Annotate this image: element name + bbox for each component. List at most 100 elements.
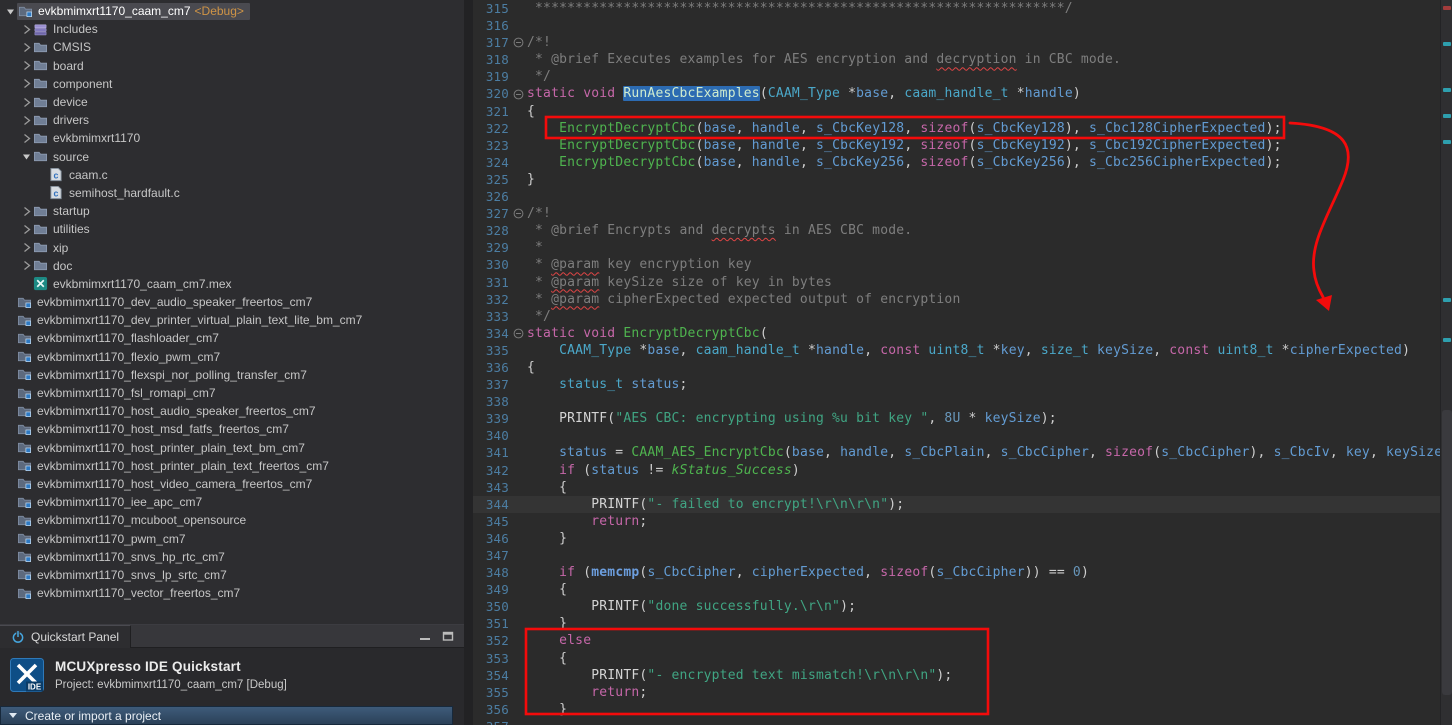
code-line-315[interactable]: 315 ************************************… [473, 0, 1440, 17]
tree-item-evkbmimxrt1170_snvs_lp_srtc_cm7[interactable]: evkbmimxrt1170_snvs_lp_srtc_cm7 [0, 566, 464, 584]
tree-item-evkbmimxrt1170_flexspi_nor_polling_transfer_cm7[interactable]: evkbmimxrt1170_flexspi_nor_polling_trans… [0, 366, 464, 384]
code-line-319[interactable]: 319 */ [473, 68, 1440, 85]
code-line-324[interactable]: 324 EncryptDecryptCbc(base, handle, s_Cb… [473, 154, 1440, 171]
tree-item-doc[interactable]: doc [0, 257, 464, 275]
code-line-354[interactable]: 354 PRINTF("- encrypted text mismatch!\r… [473, 667, 1440, 684]
code-line-351[interactable]: 351 } [473, 615, 1440, 632]
code-line-330[interactable]: 330 * @param key encryption key [473, 256, 1440, 273]
code-line-349[interactable]: 349 { [473, 581, 1440, 598]
tree-item-evkbmimxrt1170_host_audio_speaker_freertos_cm7[interactable]: evkbmimxrt1170_host_audio_speaker_freert… [0, 402, 464, 420]
tree-item-evkbmimxrt1170_fsl_romapi_cm7[interactable]: evkbmimxrt1170_fsl_romapi_cm7 [0, 384, 464, 402]
tree-item-evkbmimxrt1170_host_printer_plain_text_bm_cm7[interactable]: evkbmimxrt1170_host_printer_plain_text_b… [0, 439, 464, 457]
tree-item-Includes[interactable]: Includes [0, 20, 464, 38]
fold-marker-icon[interactable] [509, 325, 527, 342]
expander-open-icon[interactable] [20, 150, 33, 163]
tree-item-evkbmimxrt1170_flashloader_cm7[interactable]: evkbmimxrt1170_flashloader_cm7 [0, 329, 464, 347]
code-line-336[interactable]: 336 { [473, 359, 1440, 376]
code-line-346[interactable]: 346 } [473, 530, 1440, 547]
code-line-320[interactable]: 320 static void RunAesCbcExamples(CAAM_Ty… [473, 85, 1440, 102]
expander-closed-icon[interactable] [20, 241, 33, 254]
expander-closed-icon[interactable] [20, 259, 33, 272]
expander-closed-icon[interactable] [20, 77, 33, 90]
maximize-icon[interactable] [441, 630, 454, 643]
tree-item-evkbmimxrt1170_vector_freertos_cm7[interactable]: evkbmimxrt1170_vector_freertos_cm7 [0, 584, 464, 602]
code-line-340[interactable]: 340 [473, 427, 1440, 444]
code-line-325[interactable]: 325} [473, 171, 1440, 188]
code-line-316[interactable]: 316 [473, 17, 1440, 34]
tree-item-component[interactable]: component [0, 75, 464, 93]
tree-item-evkbmimxrt1170_mcuboot_opensource[interactable]: evkbmimxrt1170_mcuboot_opensource [0, 511, 464, 529]
expander-closed-icon[interactable] [20, 205, 33, 218]
code-line-328[interactable]: 328 * @brief Encrypts and decrypts in AE… [473, 222, 1440, 239]
scrollbar-thumb[interactable] [1442, 410, 1452, 695]
fold-marker-icon[interactable] [509, 34, 527, 51]
minimize-icon[interactable] [418, 630, 431, 643]
expander-closed-icon[interactable] [20, 41, 33, 54]
code-line-348[interactable]: 348 if (memcmp(s_CbcCipher, cipherExpect… [473, 564, 1440, 581]
tree-item-CMSIS[interactable]: CMSIS [0, 38, 464, 56]
tree-item-utilities[interactable]: utilities [0, 220, 464, 238]
code-line-341[interactable]: 341 status = CAAM_AES_EncryptCbc(base, h… [473, 444, 1440, 461]
code-line-331[interactable]: 331 * @param keySize size of key in byte… [473, 274, 1440, 291]
code-area[interactable]: 315 ************************************… [473, 0, 1440, 725]
expander-closed-icon[interactable] [20, 223, 33, 236]
tree-item-xip[interactable]: xip [0, 238, 464, 256]
expander-closed-icon[interactable] [20, 114, 33, 127]
ruler-mark-6[interactable] [1443, 298, 1451, 302]
code-line-334[interactable]: 334 static void EncryptDecryptCbc( [473, 325, 1440, 342]
code-line-327[interactable]: 327 /*! [473, 205, 1440, 222]
tree-item-evkbmimxrt1170_iee_apc_cm7[interactable]: evkbmimxrt1170_iee_apc_cm7 [0, 493, 464, 511]
expander-closed-icon[interactable] [20, 59, 33, 72]
code-line-333[interactable]: 333 */ [473, 308, 1440, 325]
code-line-339[interactable]: 339 PRINTF("AES CBC: encrypting using %u… [473, 410, 1440, 427]
tree-item-caam.c[interactable]: c caam.c [0, 166, 464, 184]
tree-item-evkbmimxrt1170_host_msd_fatfs_freertos_cm7[interactable]: evkbmimxrt1170_host_msd_fatfs_freertos_c… [0, 420, 464, 438]
panel-sash[interactable] [464, 0, 473, 725]
tree-item-evkbmimxrt1170_caam_cm7.mex[interactable]: evkbmimxrt1170_caam_cm7.mex [0, 275, 464, 293]
code-line-332[interactable]: 332 * @param cipherExpected expected out… [473, 291, 1440, 308]
tree-item-evkbmimxrt1170_dev_audio_speaker_freertos_cm7[interactable]: evkbmimxrt1170_dev_audio_speaker_freerto… [0, 293, 464, 311]
code-line-350[interactable]: 350 PRINTF("done successfully.\r\n"); [473, 598, 1440, 615]
tree-item-evkbmimxrt1170_flexio_pwm_cm7[interactable]: evkbmimxrt1170_flexio_pwm_cm7 [0, 348, 464, 366]
expander-closed-icon[interactable] [20, 96, 33, 109]
ruler-mark-2[interactable] [1443, 42, 1451, 46]
code-line-323[interactable]: 323 EncryptDecryptCbc(base, handle, s_Cb… [473, 137, 1440, 154]
code-line-352[interactable]: 352 else [473, 632, 1440, 649]
code-line-342[interactable]: 342 if (status != kStatus_Success) [473, 462, 1440, 479]
expander-open-icon[interactable] [4, 5, 17, 18]
code-line-326[interactable]: 326 [473, 188, 1440, 205]
tree-item-evkbmimxrt1170_host_video_camera_freertos_cm7[interactable]: evkbmimxrt1170_host_video_camera_freerto… [0, 475, 464, 493]
tree-item-evkbmimxrt1170_caam_cm7[interactable]: evkbmimxrt1170_caam_cm7 <Debug> [0, 2, 464, 20]
code-line-343[interactable]: 343 { [473, 479, 1440, 496]
quickstart-panel-tab[interactable]: Quickstart Panel [0, 624, 132, 648]
code-line-347[interactable]: 347 [473, 547, 1440, 564]
code-line-357[interactable]: 357 [473, 718, 1440, 725]
tree-item-evkbmimxrt1170[interactable]: evkbmimxrt1170 [0, 129, 464, 147]
tree-item-startup[interactable]: startup [0, 202, 464, 220]
ruler-mark-4[interactable] [1443, 114, 1451, 118]
ruler-mark-7[interactable] [1443, 338, 1451, 342]
tree-item-evkbmimxrt1170_dev_printer_virtual_plain_text_lite_bm_cm7[interactable]: evkbmimxrt1170_dev_printer_virtual_plain… [0, 311, 464, 329]
code-line-317[interactable]: 317 /*! [473, 34, 1440, 51]
code-line-356[interactable]: 356 } [473, 701, 1440, 718]
ruler-mark-5[interactable] [1443, 140, 1451, 144]
tree-item-semihost_hardfault.c[interactable]: c semihost_hardfault.c [0, 184, 464, 202]
expander-closed-icon[interactable] [20, 23, 33, 36]
code-line-353[interactable]: 353 { [473, 650, 1440, 667]
fold-marker-icon[interactable] [509, 85, 527, 102]
tree-item-board[interactable]: board [0, 57, 464, 75]
code-line-335[interactable]: 335 CAAM_Type *base, caam_handle_t *hand… [473, 342, 1440, 359]
tree-item-evkbmimxrt1170_host_printer_plain_text_freertos_cm7[interactable]: evkbmimxrt1170_host_printer_plain_text_f… [0, 457, 464, 475]
code-line-322[interactable]: 322 EncryptDecryptCbc(base, handle, s_Cb… [473, 120, 1440, 137]
overview-ruler[interactable] [1440, 0, 1452, 725]
tree-item-drivers[interactable]: drivers [0, 111, 464, 129]
code-line-345[interactable]: 345 return; [473, 513, 1440, 530]
fold-marker-icon[interactable] [509, 205, 527, 222]
expander-closed-icon[interactable] [20, 132, 33, 145]
code-line-337[interactable]: 337 status_t status; [473, 376, 1440, 393]
code-line-329[interactable]: 329 * [473, 239, 1440, 256]
code-line-318[interactable]: 318 * @brief Executes examples for AES e… [473, 51, 1440, 68]
tree-item-evkbmimxrt1170_pwm_cm7[interactable]: evkbmimxrt1170_pwm_cm7 [0, 529, 464, 547]
create-or-import-project-button[interactable]: Create or import a project [0, 706, 453, 725]
code-line-338[interactable]: 338 [473, 393, 1440, 410]
